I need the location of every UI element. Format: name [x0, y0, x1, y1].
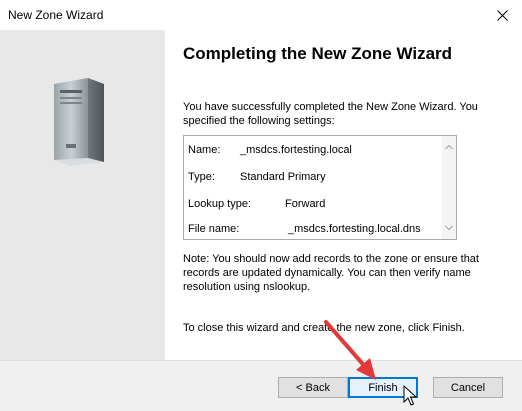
finish-button[interactable]: Finish — [348, 377, 418, 398]
setting-value: Standard Primary — [240, 171, 326, 183]
intro-text: You have successfully completed the New … — [183, 101, 478, 127]
chevron-up-icon[interactable] — [445, 144, 453, 150]
window-title: New Zone Wizard — [8, 8, 104, 22]
button-bar: < Back Finish Cancel — [0, 360, 522, 411]
setting-value: _msdcs.fortesting.local — [240, 144, 352, 156]
settings-summary-box[interactable]: Name: _msdcs.fortesting.local Type: Stan… — [183, 135, 457, 240]
close-icon — [496, 9, 508, 21]
setting-label: File name: — [188, 223, 240, 235]
wizard-content: Completing the New Zone Wizard You have … — [165, 30, 522, 360]
note-text: Note: You should now add records to the … — [183, 253, 479, 293]
server-icon — [54, 78, 104, 166]
cancel-button[interactable]: Cancel — [433, 377, 503, 398]
title-bar: New Zone Wizard — [0, 0, 522, 30]
finish-instruction: To close this wizard and create the new … — [183, 322, 465, 334]
setting-label: Name: — [188, 144, 221, 156]
close-button[interactable] — [482, 0, 522, 30]
wizard-window: New Zone Wizard Completing the New Zone … — [0, 0, 522, 411]
wizard-side-panel — [0, 30, 165, 360]
chevron-down-icon[interactable] — [445, 225, 453, 231]
page-title: Completing the New Zone Wizard — [183, 44, 453, 63]
setting-value: Forward — [285, 198, 326, 210]
setting-value: _msdcs.fortesting.local.dns — [288, 223, 421, 235]
setting-label: Lookup type: — [188, 198, 251, 210]
setting-label: Type: — [188, 171, 215, 183]
settings-scrollbar[interactable] — [442, 136, 456, 239]
back-button[interactable]: < Back — [278, 377, 348, 398]
